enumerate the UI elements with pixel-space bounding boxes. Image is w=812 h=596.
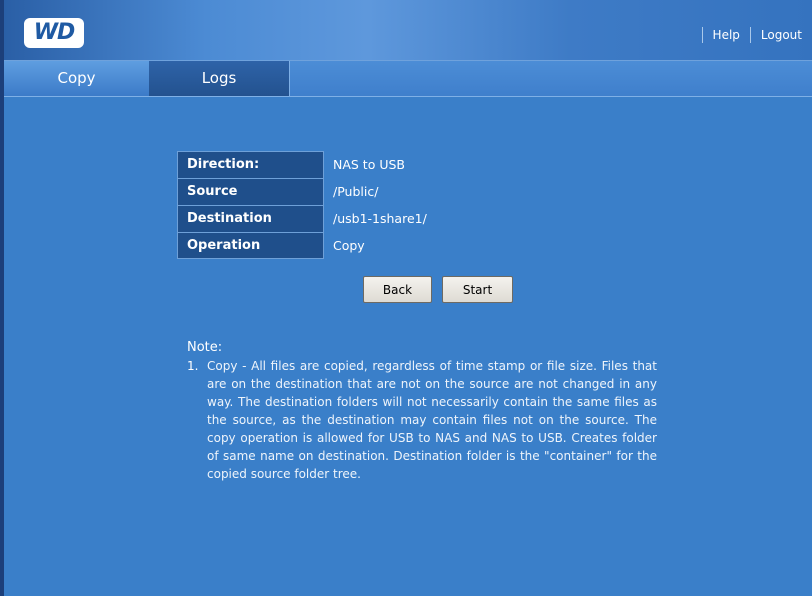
source-row: Source /Public/: [177, 178, 537, 205]
note-text: Copy - All files are copied, regardless …: [207, 359, 657, 481]
operation-row: Operation Copy: [177, 232, 537, 259]
direction-value: NAS to USB: [333, 157, 405, 172]
direction-label: Direction:: [177, 151, 324, 178]
tab-bar: Copy Logs: [4, 61, 812, 97]
source-label: Source: [177, 178, 324, 205]
destination-value: /usb1-1share1/: [333, 211, 427, 226]
notes-section: Note: 1. Copy - All files are copied, re…: [187, 340, 657, 483]
logout-link[interactable]: Logout: [761, 28, 802, 42]
wd-logo: WD: [24, 18, 84, 48]
destination-row: Destination /usb1-1share1/: [177, 205, 537, 232]
header-bar: WD Help Logout: [4, 0, 812, 61]
note-item: 1. Copy - All files are copied, regardle…: [187, 357, 657, 483]
note-title: Note:: [187, 340, 223, 355]
tab-logs[interactable]: Logs: [149, 61, 290, 96]
start-button[interactable]: Start: [442, 276, 513, 303]
header-links: Help Logout: [692, 27, 802, 43]
direction-row: Direction: NAS to USB: [177, 151, 537, 178]
note-number: 1.: [187, 359, 199, 373]
header-divider: [749, 27, 751, 43]
app-window: WD Help Logout Copy Logs Direction: NAS …: [0, 0, 812, 596]
source-value: /Public/: [333, 184, 379, 199]
header-divider: [701, 27, 703, 43]
copy-settings-table: Direction: NAS to USB Source /Public/ De…: [177, 151, 537, 259]
back-button[interactable]: Back: [363, 276, 432, 303]
operation-label: Operation: [177, 232, 324, 259]
tab-copy[interactable]: Copy: [4, 61, 149, 96]
help-link[interactable]: Help: [713, 28, 740, 42]
operation-value: Copy: [333, 238, 365, 253]
destination-label: Destination: [177, 205, 324, 232]
